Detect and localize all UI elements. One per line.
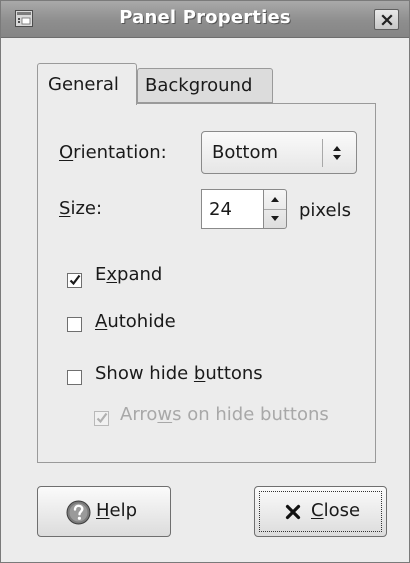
title-bar[interactable]: Panel Properties: [1, 1, 409, 38]
show-hide-buttons-label[interactable]: Show hide buttons: [95, 363, 263, 384]
help-button-label: Help: [96, 500, 138, 521]
help-button[interactable]: Help: [37, 486, 171, 537]
window-close-button[interactable]: [374, 9, 399, 30]
size-spin-buttons: [263, 189, 287, 229]
size-unit-label: pixels: [299, 200, 351, 221]
expand-label[interactable]: Expand: [95, 264, 162, 285]
show-hide-buttons-checkbox[interactable]: [67, 370, 82, 385]
updown-arrows-icon: [331, 143, 343, 167]
window-title: Panel Properties: [119, 7, 291, 28]
tab-background-label: Background: [145, 75, 253, 96]
size-increment-button[interactable]: [264, 190, 286, 210]
close-x-icon: [285, 504, 301, 524]
size-input[interactable]: 24: [201, 189, 263, 229]
close-button[interactable]: Close: [254, 486, 387, 537]
autohide-label[interactable]: Autohide: [95, 311, 176, 332]
orientation-label: Orientation:: [59, 142, 167, 163]
size-label: Size:: [59, 198, 103, 219]
orientation-value: Bottom: [212, 142, 279, 163]
size-decrement-button[interactable]: [264, 209, 286, 228]
close-button-label: Close: [311, 500, 361, 521]
combo-separator: [322, 139, 323, 167]
tab-general[interactable]: General: [37, 63, 137, 105]
panel-properties-dialog: Panel Properties General Background Orie…: [0, 0, 410, 563]
arrows-on-hide-buttons-checkbox: [94, 411, 109, 426]
help-icon: [66, 500, 91, 529]
autohide-checkbox[interactable]: [67, 317, 82, 332]
size-spinbutton: 24: [201, 189, 289, 229]
tab-background[interactable]: Background: [137, 68, 273, 103]
close-icon: [381, 14, 393, 26]
arrow-up-icon: [271, 197, 279, 202]
expand-checkbox[interactable]: [67, 273, 82, 288]
arrows-on-hide-buttons-label: Arrows on hide buttons: [120, 404, 329, 425]
checkmark-icon: [69, 274, 81, 286]
orientation-combo[interactable]: Bottom: [201, 131, 357, 174]
arrow-down-icon: [271, 216, 279, 221]
checkmark-icon: [96, 412, 108, 424]
tab-general-label: General: [48, 74, 119, 95]
